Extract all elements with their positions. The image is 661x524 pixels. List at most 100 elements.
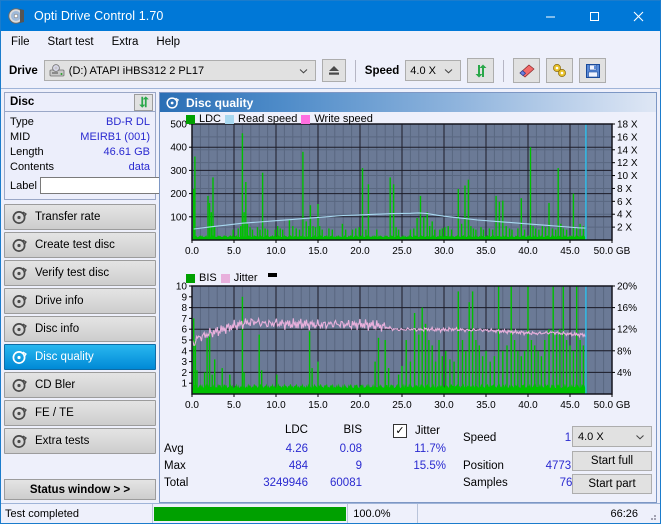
disc-refresh-button[interactable] [134, 93, 153, 111]
menu-item-extra[interactable]: Extra [110, 35, 141, 49]
sidebar-item-disc-quality[interactable]: Disc quality [4, 344, 156, 370]
jitter-header-label: Jitter [415, 425, 440, 437]
svg-text:45.0: 45.0 [560, 400, 580, 411]
svg-text:50.0 GB: 50.0 GB [594, 246, 631, 257]
disc-row-key: Type [10, 115, 34, 128]
drive-icon [49, 63, 65, 78]
svg-text:40.0: 40.0 [518, 400, 538, 411]
disc-test-icon [12, 210, 28, 225]
menu-item-file[interactable]: File [9, 35, 32, 49]
bis-jitter-chart[interactable]: 123456789104%8%12%16%20%0.0 5.0 10.0 15.0 20… [160, 272, 657, 422]
svg-text:45.0: 45.0 [560, 246, 580, 257]
speed-select-value: 4.0 X [410, 64, 436, 77]
sidebar-item-label: Extra tests [35, 435, 90, 447]
progress-bar-fill [154, 506, 347, 521]
svg-text:20.0: 20.0 [350, 246, 370, 257]
maximize-button[interactable] [572, 1, 616, 31]
ldc-legend-swatch [186, 114, 195, 124]
chevron-down-icon [439, 66, 458, 76]
disc-info-panel: Disc Type BD-R DL MID MEIRB1 (001) Lengt… [4, 92, 213, 200]
sidebar-item-extra-tests[interactable]: Extra tests [4, 428, 156, 454]
sidebar-item-label: FE / TE [35, 407, 74, 419]
sidebar-item-disc-info[interactable]: Disc info [4, 316, 156, 342]
eraser-button[interactable] [513, 58, 541, 83]
speed-select[interactable]: 4.0 X [405, 60, 462, 81]
progress-bar [153, 504, 349, 523]
svg-text:0.0: 0.0 [185, 246, 199, 257]
svg-text:100: 100 [170, 212, 187, 223]
svg-text:35.0: 35.0 [476, 400, 496, 411]
start-full-button[interactable]: Start full [572, 451, 652, 471]
sidebar-item-label: Drive info [35, 295, 84, 307]
save-button[interactable] [579, 58, 607, 83]
svg-text:20%: 20% [617, 282, 637, 293]
write-speed-legend-label: Write speed [314, 113, 373, 125]
menu-item-start-test[interactable]: Start test [46, 35, 96, 49]
ldc-legend-label: LDC [199, 113, 222, 125]
disc-row-key: Contents [10, 160, 55, 173]
svg-text:50.0 GB: 50.0 GB [594, 400, 631, 411]
tools-button[interactable] [546, 58, 574, 83]
disc-test-icon [12, 322, 28, 337]
chevron-down-icon [294, 66, 313, 76]
position-stat-label: Position [463, 460, 504, 472]
sidebar-item-drive-info[interactable]: Drive info [4, 288, 156, 314]
speed-stat-label: Speed [463, 432, 497, 444]
disc-row-contents: Contents data [10, 159, 150, 174]
test-speed-select[interactable]: 4.0 X [572, 426, 652, 447]
drive-label: Drive [9, 64, 38, 77]
ldc-chart[interactable]: 100 200 300 400 500 2 X 4 X 6 X 8 X 10 X 12 X 14 X 1… [160, 112, 657, 272]
svg-text:30.0: 30.0 [434, 400, 454, 411]
start-part-button[interactable]: Start part [572, 474, 652, 494]
svg-text:2 X: 2 X [617, 223, 632, 234]
refresh-button[interactable] [467, 58, 495, 83]
svg-text:7: 7 [181, 314, 187, 325]
scale-marker-icon [267, 273, 277, 277]
sidebar-item-fe-te[interactable]: FE / TE [4, 400, 156, 426]
svg-text:12 X: 12 X [617, 158, 638, 169]
resize-grip-icon[interactable] [646, 504, 660, 523]
svg-text:300: 300 [170, 166, 187, 177]
bis-chart-legend: BIS Jitter [186, 272, 277, 284]
status-message: Test completed [1, 504, 153, 523]
svg-text:4 X: 4 X [617, 210, 632, 221]
statistics-panel: LDC BIS ✓ Jitter Avg 4.26 0.08 11.7% Max… [160, 422, 656, 496]
drive-select[interactable]: (D:) ATAPI iHBS312 2 PL17 [43, 60, 316, 81]
svg-text:40.0: 40.0 [518, 246, 538, 257]
jitter-checkbox[interactable]: ✓ [393, 424, 407, 438]
svg-text:6 X: 6 X [617, 197, 632, 208]
menu-item-help[interactable]: Help [154, 35, 182, 49]
svg-text:4: 4 [181, 346, 187, 357]
sidebar-item-cd-bler[interactable]: CD Bler [4, 372, 156, 398]
minimize-button[interactable] [528, 1, 572, 31]
eject-button[interactable] [321, 59, 346, 82]
drive-select-value: (D:) ATAPI iHBS312 2 PL17 [68, 64, 205, 77]
svg-text:10.0: 10.0 [266, 400, 286, 411]
svg-text:6: 6 [181, 325, 187, 336]
disc-properties: Type BD-R DL MID MEIRB1 (001) Length 46.… [5, 112, 213, 199]
status-window-button[interactable]: Status window > > [4, 479, 156, 500]
stats-header-ldc: LDC [284, 424, 308, 436]
disc-row-value: 46.61 GB [103, 145, 150, 158]
stats-avg-bis: 0.08 [339, 443, 362, 455]
svg-text:200: 200 [170, 189, 187, 200]
window-controls [528, 1, 660, 31]
sidebar-item-create-test-disc[interactable]: Create test disc [4, 232, 156, 258]
disc-test-icon [12, 238, 28, 253]
disc-row-length: Length 46.61 GB [10, 144, 150, 159]
stats-header-bis: BIS [343, 424, 362, 436]
disc-row-type: Type BD-R DL [10, 114, 150, 129]
menu-bar: File Start test Extra Help [1, 31, 660, 53]
sidebar-item-label: Disc info [35, 323, 80, 335]
main-panel-header: Disc quality [160, 93, 656, 112]
toolbar-divider-2 [503, 59, 505, 82]
sidebar-item-transfer-rate[interactable]: Transfer rate [4, 204, 156, 230]
close-button[interactable] [616, 1, 660, 31]
svg-text:25.0: 25.0 [392, 400, 412, 411]
sidebar-item-verify-test-disc[interactable]: Verify test disc [4, 260, 156, 286]
bis-legend-label: BIS [199, 272, 217, 284]
svg-text:12%: 12% [617, 325, 637, 336]
write-speed-legend-swatch [301, 114, 311, 124]
svg-text:14 X: 14 X [617, 145, 638, 156]
